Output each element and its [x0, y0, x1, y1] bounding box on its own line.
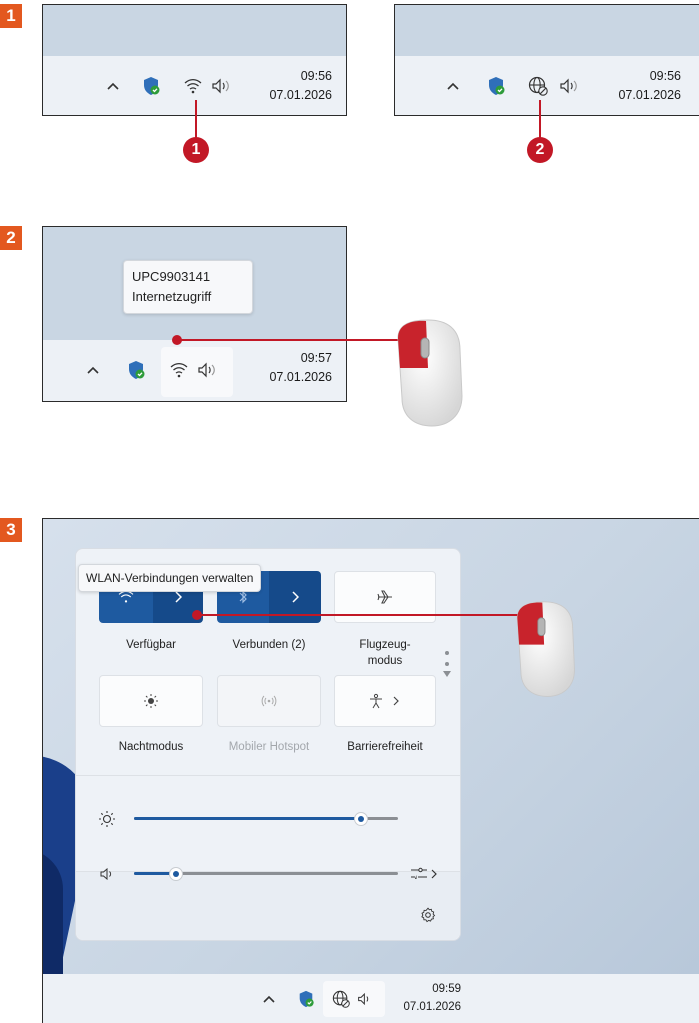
chevron-right-icon	[292, 591, 299, 603]
pointer-line	[197, 614, 525, 616]
brightness-icon	[97, 809, 117, 829]
chevron-right-icon	[175, 591, 182, 603]
panel-divider	[76, 775, 460, 776]
tile-label-wifi: Verfügbar	[126, 639, 176, 651]
airplane-icon	[377, 590, 392, 604]
tile-label-bluetooth: Verbunden (2)	[232, 639, 306, 651]
step1-screenshot-right: 09:56 07.01.2026	[394, 4, 699, 116]
audio-output-select-icon[interactable]	[408, 864, 440, 884]
wifi-manage-tooltip: WLAN-Verbindungen verwalten	[78, 564, 262, 592]
defender-shield-icon[interactable]	[140, 75, 162, 97]
callout-line-1	[195, 100, 197, 140]
defender-shield-icon[interactable]	[125, 359, 147, 381]
pointer-line	[177, 339, 403, 341]
tile-label-airplane: Flugzeug- modus	[334, 637, 436, 669]
step-badge-2: 2	[0, 226, 22, 250]
wifi-icon[interactable]	[169, 360, 189, 380]
globe-no-internet-icon[interactable]	[331, 989, 351, 1009]
clock-date: 07.01.2026	[618, 88, 681, 102]
clock-time: 09:57	[300, 351, 332, 365]
show-hidden-icons-chevron-icon[interactable]	[105, 78, 121, 94]
tile-label-accessibility: Barrierefreiheit	[347, 741, 423, 753]
tile-label-airplane-line2: modus	[367, 655, 403, 667]
clock-date: 07.01.2026	[269, 88, 332, 102]
accessibility-button[interactable]	[334, 675, 436, 727]
show-hidden-icons-chevron-icon[interactable]	[85, 362, 101, 378]
mouse-left-click-icon	[390, 318, 468, 430]
mobile-hotspot-toggle-button	[217, 675, 321, 727]
night-light-toggle-button[interactable]	[99, 675, 203, 727]
volume-icon[interactable]	[355, 990, 377, 1008]
hotspot-icon	[261, 695, 277, 707]
tile-label-night-light: Nachtmodus	[118, 741, 184, 753]
page-down-arrow-icon[interactable]	[442, 669, 452, 679]
mouse-left-click-icon	[506, 600, 584, 700]
taskbar-clock[interactable]: 09:56 07.01.2026	[591, 67, 681, 105]
callout-badge-1: 1	[183, 137, 209, 163]
tile-label-airplane-line1: Flugzeug-	[359, 639, 411, 651]
clock-date: 07.01.2026	[269, 370, 332, 384]
taskbar-clock[interactable]: 09:59 07.01.2026	[381, 980, 461, 1016]
network-tooltip: UPC9903141 Internetzugriff	[123, 260, 253, 314]
taskbar-clock[interactable]: 09:56 07.01.2026	[242, 67, 332, 105]
brightness-slider[interactable]	[134, 811, 398, 827]
volume-icon[interactable]	[557, 76, 583, 96]
volume-icon[interactable]	[195, 360, 221, 380]
show-hidden-icons-chevron-icon[interactable]	[261, 991, 277, 1007]
callout-line-2	[539, 100, 541, 140]
accessibility-icon	[370, 693, 399, 709]
volume-icon[interactable]	[99, 866, 115, 882]
volume-icon[interactable]	[209, 76, 235, 96]
clock-date: 07.01.2026	[403, 1001, 461, 1013]
settings-gear-icon[interactable]	[418, 905, 438, 925]
tile-label-hotspot: Mobiler Hotspot	[228, 741, 310, 753]
clock-time: 09:59	[432, 983, 461, 995]
page-dot-icon[interactable]	[445, 651, 449, 655]
tooltip-network-status: Internetzugriff	[132, 289, 212, 304]
defender-shield-icon[interactable]	[485, 75, 507, 97]
step2-screenshot: UPC9903141 Internetzugriff 09:57 07.01.2…	[42, 226, 347, 402]
defender-shield-icon[interactable]	[295, 988, 317, 1010]
volume-slider[interactable]	[134, 866, 398, 882]
tooltip-network-name: UPC9903141	[132, 269, 211, 284]
step-badge-3: 3	[0, 518, 22, 542]
quick-settings-panel: Verfügbar Verbunden (2) Flugzeug- modus …	[75, 548, 461, 941]
taskbar-clock[interactable]: 09:57 07.01.2026	[242, 349, 332, 387]
wifi-icon[interactable]	[183, 76, 203, 96]
volume-slider-thumb[interactable]	[169, 867, 183, 881]
wifi-icon	[118, 590, 134, 603]
page-dot-icon[interactable]	[445, 662, 449, 666]
callout-badge-2: 2	[527, 137, 553, 163]
step-badge-1: 1	[0, 4, 22, 28]
brightness-slider-thumb[interactable]	[354, 812, 368, 826]
step3-screenshot: Verfügbar Verbunden (2) Flugzeug- modus …	[42, 518, 699, 1023]
globe-no-internet-icon[interactable]	[527, 75, 549, 97]
show-hidden-icons-chevron-icon[interactable]	[445, 78, 461, 94]
clock-time: 09:56	[649, 69, 681, 83]
night-light-icon	[144, 694, 158, 708]
clock-time: 09:56	[300, 69, 332, 83]
